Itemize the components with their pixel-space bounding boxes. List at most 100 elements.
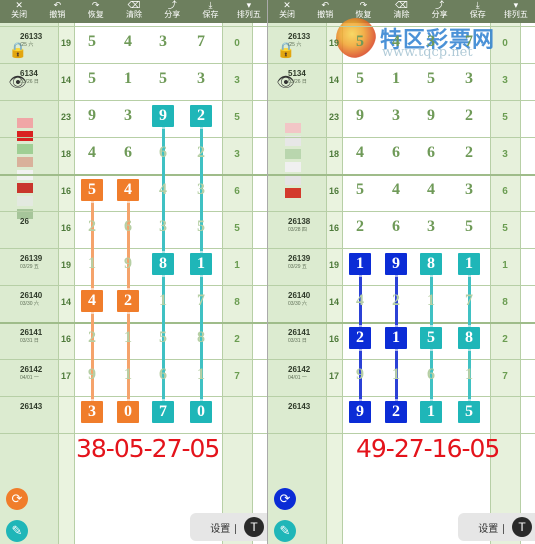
digit-cell[interactable]: 2 bbox=[386, 291, 406, 311]
selected-digit-cell[interactable]: 7 bbox=[152, 401, 174, 423]
digit-cell[interactable]: 2 bbox=[82, 328, 102, 348]
selected-digit-cell[interactable]: 1 bbox=[420, 401, 442, 423]
digit-cell[interactable]: 4 bbox=[153, 180, 173, 200]
digit-cell[interactable]: 2 bbox=[82, 217, 102, 237]
selected-digit-cell[interactable]: 1 bbox=[349, 253, 371, 275]
selected-digit-cell[interactable]: 9 bbox=[152, 105, 174, 127]
pen-icon[interactable]: ✎ bbox=[274, 520, 296, 542]
digit-cell[interactable]: 3 bbox=[421, 32, 441, 52]
digit-cell[interactable]: 9 bbox=[82, 106, 102, 126]
digit-cell[interactable]: 3 bbox=[386, 106, 406, 126]
selected-digit-cell[interactable]: 3 bbox=[81, 401, 103, 423]
digit-cell[interactable]: 5 bbox=[350, 69, 370, 89]
digit-cell[interactable]: 2 bbox=[459, 106, 479, 126]
digit-cell[interactable]: 4 bbox=[386, 180, 406, 200]
digit-cell[interactable]: 4 bbox=[82, 143, 102, 163]
digit-cell[interactable]: 6 bbox=[118, 143, 138, 163]
selected-digit-cell[interactable]: 0 bbox=[190, 401, 212, 423]
digit-cell[interactable]: 6 bbox=[421, 143, 441, 163]
redo-button[interactable]: ↷ 恢复 bbox=[77, 0, 115, 23]
digit-cell[interactable]: 1 bbox=[118, 328, 138, 348]
digit-cell[interactable]: 9 bbox=[350, 365, 370, 385]
selected-digit-cell[interactable]: 2 bbox=[385, 401, 407, 423]
selected-digit-cell[interactable]: 5 bbox=[420, 327, 442, 349]
selected-digit-cell[interactable]: 1 bbox=[385, 327, 407, 349]
selected-digit-cell[interactable]: 4 bbox=[81, 290, 103, 312]
digit-cell[interactable]: 5 bbox=[191, 217, 211, 237]
settings-button[interactable]: 设置 ∣ T bbox=[190, 513, 268, 541]
digit-cell[interactable]: 1 bbox=[118, 69, 138, 89]
digit-cell[interactable]: 9 bbox=[350, 106, 370, 126]
digit-cell[interactable]: 4 bbox=[350, 291, 370, 311]
digit-cell[interactable]: 7 bbox=[459, 32, 479, 52]
digit-cell[interactable]: 7 bbox=[191, 291, 211, 311]
selected-digit-cell[interactable]: 1 bbox=[190, 253, 212, 275]
digit-cell[interactable]: 3 bbox=[191, 69, 211, 89]
close-button[interactable]: ✕ 关闭 bbox=[268, 0, 306, 23]
save-button[interactable]: ⤓ 保存 bbox=[191, 0, 229, 23]
digit-cell[interactable]: 3 bbox=[153, 32, 173, 52]
digit-cell[interactable]: 7 bbox=[459, 291, 479, 311]
pen-icon[interactable]: ✎ bbox=[6, 520, 28, 542]
digit-cell[interactable]: 1 bbox=[421, 291, 441, 311]
selected-digit-cell[interactable]: 1 bbox=[458, 253, 480, 275]
digit-cell[interactable]: 4 bbox=[118, 32, 138, 52]
selected-digit-cell[interactable]: 2 bbox=[349, 327, 371, 349]
digit-cell[interactable]: 4 bbox=[421, 180, 441, 200]
digit-cell[interactable]: 1 bbox=[386, 69, 406, 89]
digit-cell[interactable]: 5 bbox=[82, 69, 102, 89]
selected-digit-cell[interactable]: 2 bbox=[117, 290, 139, 312]
digit-cell[interactable]: 5 bbox=[82, 32, 102, 52]
text-tool-icon[interactable]: T bbox=[244, 517, 264, 537]
digit-cell[interactable]: 9 bbox=[118, 254, 138, 274]
digit-cell[interactable]: 2 bbox=[191, 143, 211, 163]
digit-cell[interactable]: 5 bbox=[350, 32, 370, 52]
undo-button[interactable]: ↶ 撤销 bbox=[38, 0, 76, 23]
selected-digit-cell[interactable]: 8 bbox=[458, 327, 480, 349]
selected-digit-cell[interactable]: 5 bbox=[81, 179, 103, 201]
digit-cell[interactable]: 6 bbox=[386, 217, 406, 237]
digit-cell[interactable]: 6 bbox=[421, 365, 441, 385]
digit-cell[interactable]: 2 bbox=[350, 217, 370, 237]
digit-cell[interactable]: 5 bbox=[459, 217, 479, 237]
selected-digit-cell[interactable]: 9 bbox=[385, 253, 407, 275]
digit-cell[interactable]: 3 bbox=[191, 180, 211, 200]
digit-cell[interactable]: 3 bbox=[421, 217, 441, 237]
selected-digit-cell[interactable]: 5 bbox=[458, 401, 480, 423]
selected-digit-cell[interactable]: 8 bbox=[420, 253, 442, 275]
share-button[interactable]: ⤴ 分享 bbox=[153, 0, 191, 23]
refresh-icon[interactable]: ⟳ bbox=[274, 488, 296, 510]
selected-digit-cell[interactable]: 9 bbox=[349, 401, 371, 423]
digit-cell[interactable]: 1 bbox=[191, 365, 211, 385]
digit-cell[interactable]: 8 bbox=[191, 328, 211, 348]
digit-cell[interactable]: 4 bbox=[386, 32, 406, 52]
clear-button[interactable]: ⌫ 清除 bbox=[115, 0, 153, 23]
digit-cell[interactable]: 6 bbox=[118, 217, 138, 237]
selected-digit-cell[interactable]: 0 bbox=[117, 401, 139, 423]
selected-digit-cell[interactable]: 4 bbox=[117, 179, 139, 201]
lottery-type-select[interactable]: ▾ 排列五 bbox=[497, 0, 535, 23]
close-button[interactable]: ✕ 关闭 bbox=[0, 0, 38, 23]
digit-cell[interactable]: 9 bbox=[82, 365, 102, 385]
digit-cell[interactable]: 3 bbox=[459, 69, 479, 89]
digit-cell[interactable]: 9 bbox=[421, 106, 441, 126]
digit-cell[interactable]: 6 bbox=[386, 143, 406, 163]
digit-cell[interactable]: 6 bbox=[153, 365, 173, 385]
digit-cell[interactable]: 7 bbox=[191, 32, 211, 52]
settings-button[interactable]: 设置 ∣ T bbox=[458, 513, 535, 541]
digit-cell[interactable]: 5 bbox=[350, 180, 370, 200]
digit-cell[interactable]: 6 bbox=[153, 143, 173, 163]
digit-cell[interactable]: 4 bbox=[350, 143, 370, 163]
digit-cell[interactable]: 1 bbox=[459, 365, 479, 385]
digit-cell[interactable]: 1 bbox=[82, 254, 102, 274]
lottery-type-select[interactable]: ▾ 排列五 bbox=[230, 0, 268, 23]
digit-cell[interactable]: 1 bbox=[118, 365, 138, 385]
digit-cell[interactable]: 5 bbox=[153, 69, 173, 89]
digit-cell[interactable]: 3 bbox=[153, 217, 173, 237]
digit-cell[interactable]: 1 bbox=[386, 365, 406, 385]
digit-cell[interactable]: 3 bbox=[459, 180, 479, 200]
text-tool-icon[interactable]: T bbox=[512, 517, 532, 537]
refresh-icon[interactable]: ⟳ bbox=[6, 488, 28, 510]
selected-digit-cell[interactable]: 2 bbox=[190, 105, 212, 127]
selected-digit-cell[interactable]: 8 bbox=[152, 253, 174, 275]
